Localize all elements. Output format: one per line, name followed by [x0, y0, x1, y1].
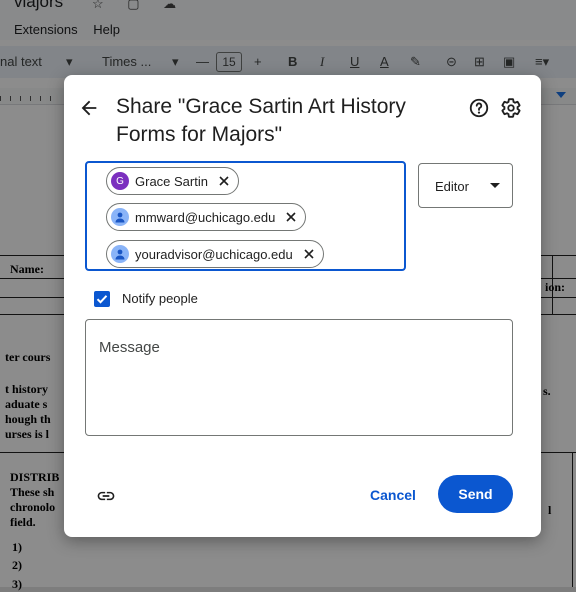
dialog-title: Share "Grace Sartin Art History Forms fo…	[116, 95, 406, 146]
recipient-chip[interactable]: G Grace Sartin	[106, 167, 239, 195]
close-icon	[286, 212, 296, 222]
cancel-button[interactable]: Cancel	[363, 477, 423, 513]
close-icon	[304, 249, 314, 259]
back-button[interactable]	[78, 97, 100, 119]
check-icon	[96, 295, 108, 304]
help-icon	[469, 98, 489, 118]
share-dialog: Share "Grace Sartin Art History Forms fo…	[64, 75, 541, 537]
avatar: G	[111, 172, 129, 190]
settings-button[interactable]	[500, 97, 522, 119]
role-dropdown[interactable]: Editor	[418, 163, 513, 208]
person-icon	[115, 249, 125, 260]
chevron-down-icon	[490, 183, 500, 188]
remove-recipient-button[interactable]	[283, 209, 299, 225]
close-icon	[219, 176, 229, 186]
notify-checkbox[interactable]	[94, 291, 110, 307]
role-label: Editor	[435, 179, 469, 194]
avatar	[111, 208, 129, 226]
person-icon	[115, 212, 125, 223]
recipient-chip[interactable]: youradvisor@uchicago.edu	[106, 240, 324, 268]
recipient-name: Grace Sartin	[135, 173, 208, 189]
arrow-back-icon	[81, 100, 97, 116]
remove-recipient-button[interactable]	[216, 173, 232, 189]
gear-icon	[501, 98, 521, 118]
recipient-name: mmward@uchicago.edu	[135, 209, 276, 225]
remove-recipient-button[interactable]	[301, 246, 317, 262]
recipient-name: youradvisor@uchicago.edu	[135, 246, 293, 262]
notify-label[interactable]: Notify people	[122, 291, 198, 306]
recipients-input[interactable]: G Grace Sartin mmward@uchicago.edu youra…	[85, 161, 406, 271]
message-placeholder: Message	[99, 339, 160, 356]
message-field[interactable]: Message	[85, 319, 513, 436]
avatar	[111, 245, 129, 263]
recipient-chip[interactable]: mmward@uchicago.edu	[106, 203, 307, 231]
help-button[interactable]	[468, 97, 490, 119]
copy-link-button[interactable]	[96, 486, 116, 506]
send-button[interactable]: Send	[438, 475, 513, 513]
link-icon	[97, 491, 115, 501]
